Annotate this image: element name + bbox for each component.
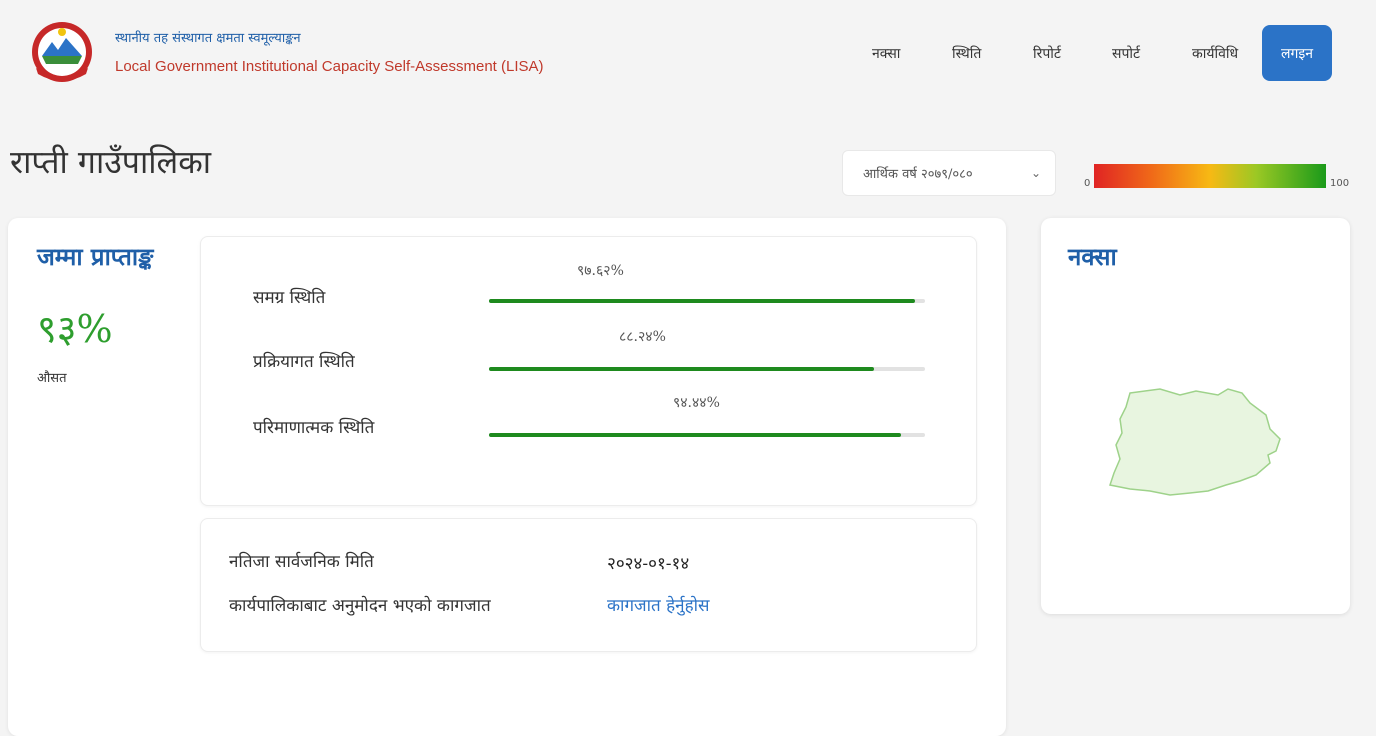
municipality-boundary [1109, 388, 1281, 496]
score-color-scale [1094, 164, 1326, 188]
scale-min-label: 0 [1084, 178, 1091, 189]
nepal-emblem-icon[interactable] [28, 18, 96, 86]
status-percent: ९७.६२% [577, 263, 624, 279]
status-label: परिमाणात्मक स्थिति [253, 418, 375, 438]
nav-procedure[interactable]: कार्यविधि [1192, 44, 1238, 63]
status-card: ९७.६२% समग्र स्थिति ८८.२४% प्रक्रियागत स… [200, 236, 977, 506]
total-score-heading: जम्मा प्राप्ताङ्क [37, 242, 154, 271]
publish-date-label: नतिजा सार्वजनिक मिति [229, 552, 374, 572]
fiscal-year-select[interactable]: आर्थिक वर्ष २०७९/०८० ⌄ [842, 150, 1056, 196]
municipality-map[interactable] [1100, 385, 1290, 505]
status-percent: ९४.४४% [673, 395, 720, 411]
progress-bar [489, 367, 925, 371]
status-row-quantitative: ९४.४४% परिमाणात्मक स्थिति [201, 391, 978, 461]
scale-max-label: 100 [1330, 178, 1350, 189]
status-label: समग्र स्थिति [253, 288, 326, 308]
nav-report[interactable]: रिपोर्ट [1033, 44, 1061, 63]
page-title: राप्ती गाउँपालिका [10, 143, 212, 181]
status-percent: ८८.२४% [619, 329, 666, 345]
total-score-value: ९३% [37, 307, 113, 351]
approval-doc-label: कार्यपालिकाबाट अनुमोदन भएको कागजात [229, 596, 491, 616]
chevron-down-icon: ⌄ [1030, 166, 1041, 180]
progress-fill [489, 299, 915, 303]
fiscal-year-value: आर्थिक वर्ष २०७९/०८० [863, 167, 973, 182]
nav-status[interactable]: स्थिति [952, 44, 981, 63]
site-title-english: Local Government Institutional Capacity … [115, 58, 544, 75]
progress-fill [489, 367, 874, 371]
progress-bar [489, 433, 925, 437]
nav-support[interactable]: सपोर्ट [1112, 44, 1140, 63]
result-info-card: नतिजा सार्वजनिक मिति २०२४-०१-१४ कार्यपाल… [200, 518, 977, 652]
site-header: स्थानीय तह संस्थागत क्षमता स्वमूल्याङ्कन… [0, 0, 1376, 100]
status-row-process: ८८.२४% प्रक्रियागत स्थिति [201, 325, 978, 395]
status-row-overall: ९७.६२% समग्र स्थिति [201, 257, 978, 327]
publish-date-value: २०२४-०१-१४ [607, 554, 690, 574]
view-document-link[interactable]: कागजात हेर्नुहोस [607, 593, 710, 616]
login-button[interactable]: लगइन [1262, 25, 1332, 81]
total-score-label: औसत [37, 371, 67, 386]
site-title-nepali: स्थानीय तह संस्थागत क्षमता स्वमूल्याङ्कन [115, 31, 301, 46]
progress-fill [489, 433, 901, 437]
nav-map[interactable]: नक्सा [872, 44, 900, 63]
map-heading: नक्सा [1068, 242, 1117, 271]
progress-bar [489, 299, 925, 303]
status-label: प्रक्रियागत स्थिति [253, 352, 355, 372]
